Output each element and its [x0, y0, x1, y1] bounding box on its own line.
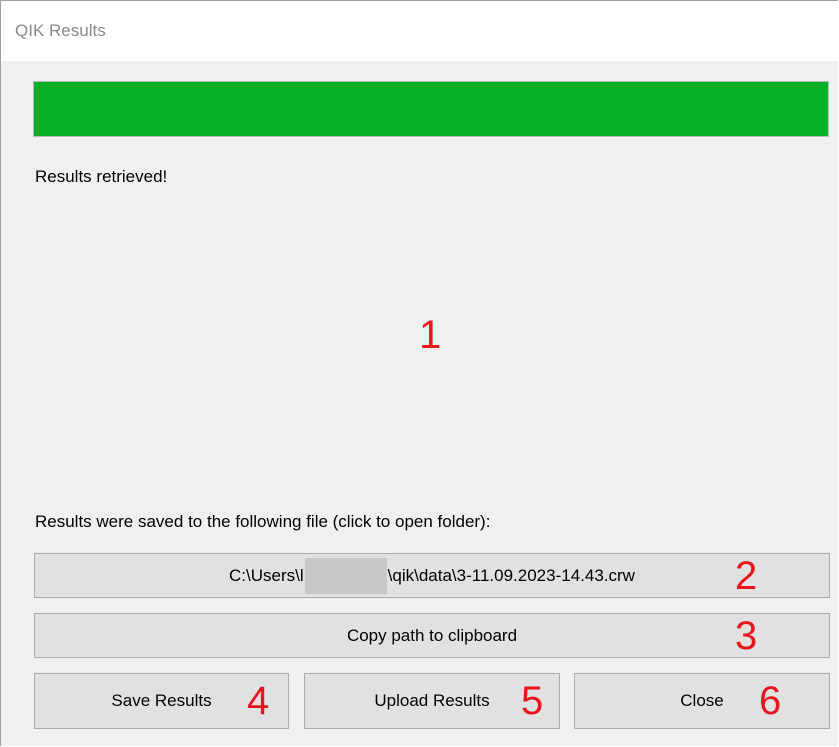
path-prefix: C:\Users\l [229, 565, 304, 585]
progress-bar [33, 81, 829, 137]
results-window: QIK Results Results retrieved! 1 Results… [0, 0, 838, 746]
annotation-2: 2 [735, 554, 758, 598]
redacted-username [304, 557, 387, 594]
progress-bar-fill [34, 82, 828, 136]
close-button[interactable]: Close [574, 673, 830, 729]
window-title: QIK Results [15, 21, 106, 40]
close-label: Close [680, 691, 724, 710]
annotation-3: 3 [735, 614, 758, 658]
title-bar: QIK Results [1, 1, 838, 61]
open-folder-path-button[interactable]: C:\Users\l \qik\data\3-11.09.2023-14.43.c… [34, 553, 830, 598]
status-message: Results retrieved! [35, 167, 168, 186]
annotation-4: 4 [247, 679, 270, 723]
annotation-6: 6 [759, 679, 782, 723]
annotation-1: 1 [419, 313, 442, 357]
copy-path-button[interactable]: Copy path to clipboard [34, 613, 830, 658]
save-results-label: Save Results [111, 691, 212, 710]
saved-file-label: Results were saved to the following file… [35, 512, 491, 531]
copy-path-label: Copy path to clipboard [346, 625, 518, 645]
upload-results-label: Upload Results [374, 691, 490, 710]
annotation-5: 5 [521, 679, 544, 723]
path-suffix: \qik\data\3-11.09.2023-14.43.crw [387, 565, 635, 585]
